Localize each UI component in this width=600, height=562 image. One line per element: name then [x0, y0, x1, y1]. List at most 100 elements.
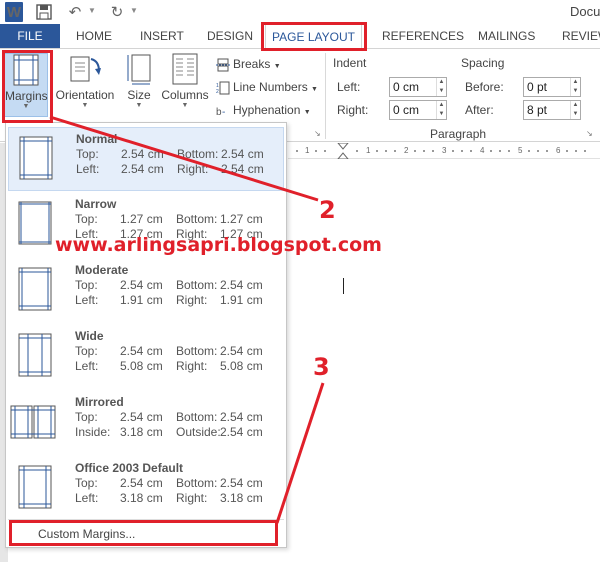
margin-value: 2.54 cm [221, 147, 264, 161]
undo-icon[interactable]: ↶ [66, 2, 84, 22]
indent-marker-icon[interactable] [337, 143, 349, 159]
line-numbers-button[interactable]: 1 2 Line Numbers ▼ [216, 77, 318, 97]
ruler-number: 5 [518, 146, 523, 155]
margin-key: Top: [75, 344, 98, 358]
margin-value: 2.54 cm [120, 278, 163, 292]
chevron-down-icon: ▼ [181, 102, 189, 109]
margin-key: Top: [75, 278, 98, 292]
line-numbers-label: Line Numbers [233, 80, 308, 94]
margin-value: 2.54 cm [220, 410, 263, 424]
indent-right-field[interactable]: 0 cm ▲ ▼ [389, 100, 447, 120]
margin-value: 2.54 cm [121, 147, 164, 161]
ruler-number: 1 [366, 146, 371, 155]
margin-preview-icon [19, 136, 53, 180]
margin-option-normal[interactable]: Normal Top: 2.54 cm Bottom: 2.54 cm Left: 2.54… [8, 127, 284, 191]
columns-label: Columns [161, 88, 209, 102]
save-icon[interactable] [33, 2, 55, 22]
spacing-after-field[interactable]: 8 pt ▲ ▼ [523, 100, 581, 120]
margin-key: Right: [176, 293, 208, 307]
tab-insert[interactable]: INSERT [140, 24, 184, 48]
tab-review[interactable]: REVIEW [562, 24, 600, 48]
columns-icon [172, 53, 198, 85]
margin-value: 3.18 cm [120, 491, 163, 505]
columns-button[interactable]: Columns ▼ [160, 53, 210, 117]
hyphenation-button[interactable]: b - Hyphenation ▼ [216, 100, 311, 120]
indent-label: Indent [333, 56, 367, 70]
group-separator [325, 53, 326, 139]
chevron-down-icon: ▼ [81, 102, 89, 109]
margin-value: 2.54 cm [221, 162, 264, 176]
spacing-after-row: After: 8 pt ▲ ▼ [465, 100, 581, 120]
margin-preview-icon [18, 267, 52, 311]
margin-key: Inside: [75, 425, 111, 439]
tab-design[interactable]: DESIGN [207, 24, 253, 48]
page-setup-launcher-icon[interactable]: ↘ [314, 129, 321, 138]
indent-right-row: Right: 0 cm ▲ ▼ [337, 100, 447, 120]
tab-mailings[interactable]: MAILINGS [478, 24, 535, 48]
tab-references[interactable]: REFERENCES [382, 24, 464, 48]
size-button[interactable]: Size ▼ [120, 53, 158, 117]
ruler-number: 6 [556, 146, 561, 155]
spinner-icon[interactable]: ▲ ▼ [436, 78, 446, 96]
tab-home[interactable]: HOME [76, 24, 112, 48]
ruler-number: 3 [442, 146, 447, 155]
margin-key: Bottom: [176, 212, 218, 226]
margin-key: Top: [76, 147, 99, 161]
ruler-number: 4 [480, 146, 485, 155]
spinner-icon[interactable]: ▲ ▼ [570, 101, 580, 119]
margin-option-wide[interactable]: Wide Top: 2.54 cm Bottom: 2.54 cm Left: 5.08 c… [8, 325, 284, 389]
document-title: Docu [570, 4, 600, 19]
spacing-before-field[interactable]: 0 pt ▲ ▼ [523, 77, 581, 97]
margin-value: 1.27 cm [120, 212, 163, 226]
margin-key: Top: [75, 476, 98, 490]
margin-value: 2.54 cm [220, 476, 263, 490]
orientation-button[interactable]: Orientation ▼ [54, 53, 116, 117]
margin-option-office-2003-default[interactable]: Office 2003 Default Top: 2.54 cm Bottom: 2.5… [8, 457, 284, 521]
margin-value: 5.08 cm [220, 359, 263, 373]
margin-value: 1.27 cm [220, 212, 263, 226]
undo-dropdown-icon[interactable]: ▼ [88, 6, 96, 15]
spinner-icon[interactable]: ▲ ▼ [436, 101, 446, 119]
orientation-icon [70, 56, 101, 82]
tab-file[interactable]: FILE [0, 24, 60, 48]
horizontal-ruler[interactable]: 1 1 2 3 4 5 6 [288, 143, 600, 159]
margin-key: Bottom: [176, 476, 218, 490]
margin-preview-icon [10, 405, 56, 439]
margin-key: Top: [75, 410, 98, 424]
spacing-before-label: Before: [465, 80, 504, 94]
spinner-icon[interactable]: ▲ ▼ [570, 78, 580, 96]
margin-key: Outside: [176, 425, 221, 439]
orientation-label: Orientation [55, 88, 115, 102]
margin-value: 2.54 cm [120, 410, 163, 424]
margin-option-mirrored[interactable]: Mirrored Top: 2.54 cm Bottom: 2.54 cm Inside:… [8, 391, 284, 455]
word-app-icon[interactable]: W [5, 2, 23, 22]
margin-value: 1.91 cm [120, 293, 163, 307]
customize-toolbar-icon[interactable]: ▼ [130, 6, 138, 15]
margin-option-name: Normal [76, 132, 118, 146]
margin-value: 3.18 cm [220, 491, 263, 505]
chevron-down-icon: ▼ [303, 109, 311, 116]
margin-key: Right: [176, 491, 208, 505]
margin-key: Bottom: [177, 147, 219, 161]
margin-key: Bottom: [176, 410, 218, 424]
spacing-after-label: After: [465, 103, 494, 117]
breaks-button[interactable]: Breaks ▼ [216, 54, 281, 74]
margin-value: 1.91 cm [220, 293, 263, 307]
margin-key: Bottom: [176, 344, 218, 358]
paragraph-group-label: Paragraph [430, 127, 487, 141]
indent-left-row: Left: 0 cm ▲ ▼ [337, 77, 447, 97]
indent-left-label: Left: [337, 80, 361, 94]
breaks-label: Breaks [233, 57, 271, 71]
title-bar: W ↶ ▼ ↻ ▼ Docu [0, 0, 600, 24]
ruler-number: 1 [305, 146, 310, 155]
margin-key: Left: [75, 293, 99, 307]
margin-value: 2.54 cm [121, 162, 164, 176]
redo-icon[interactable]: ↻ [108, 2, 126, 22]
indent-left-field[interactable]: 0 cm ▲ ▼ [389, 77, 447, 97]
step-2-label: 2 [319, 196, 336, 224]
paragraph-launcher-icon[interactable]: ↘ [586, 129, 593, 138]
chevron-down-icon: ▼ [273, 63, 281, 70]
margin-option-moderate[interactable]: Moderate Top: 2.54 cm Bottom: 2.54 cm Left: 1.… [8, 259, 284, 323]
hyphenation-icon: b- [216, 107, 225, 118]
size-label: Size [127, 88, 151, 102]
